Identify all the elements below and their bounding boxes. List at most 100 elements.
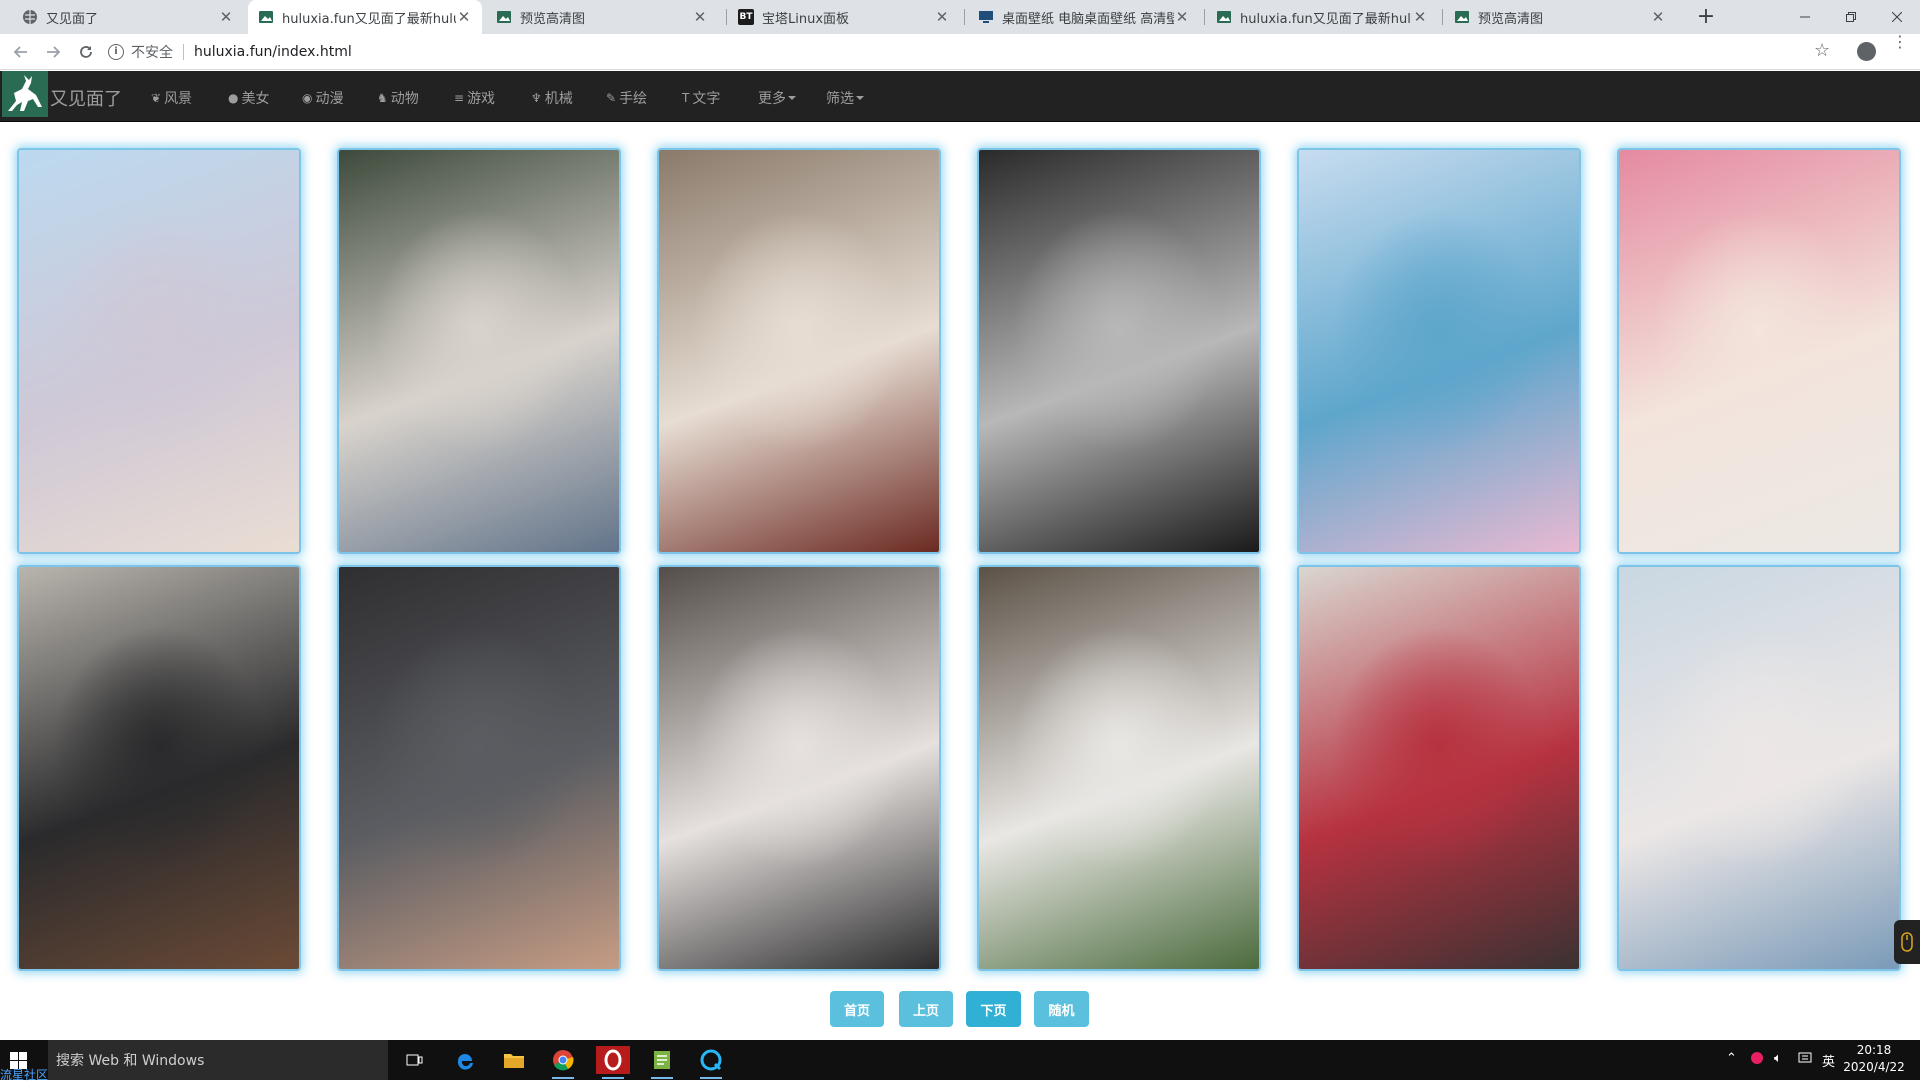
back-icon[interactable] (9, 40, 33, 64)
side-float-tab[interactable] (1894, 920, 1920, 964)
notification-icon[interactable] (1798, 1051, 1812, 1069)
nav-label: 美女 (241, 91, 270, 107)
file-explorer-icon[interactable] (497, 1046, 531, 1074)
restore-icon[interactable] (1828, 0, 1874, 34)
tab-3[interactable]: 预览高清图 ✕ (486, 0, 718, 34)
gallery-card[interactable] (657, 565, 941, 971)
gallery-card[interactable] (657, 148, 941, 554)
nav-label: 文字 (692, 91, 721, 107)
gallery-card[interactable] (1617, 148, 1901, 554)
tab-2[interactable]: huluxia.fun又见面了最新huluxia ✕ (248, 0, 482, 34)
forward-icon[interactable] (41, 40, 65, 64)
image-icon (258, 9, 274, 25)
address-bar[interactable]: i 不安全 huluxia.fun/index.html (108, 38, 1828, 66)
image-icon (1216, 9, 1232, 25)
tab-1[interactable]: 又见面了 ✕ (12, 0, 244, 34)
photo-black-white-portrait[interactable] (979, 150, 1259, 552)
nav-item-anime[interactable]: ◉ 动漫 (302, 88, 343, 108)
nav-item-text[interactable]: T 文字 (682, 88, 720, 108)
photo-knit-top-shorts[interactable] (1619, 567, 1899, 969)
caret-down-icon (856, 96, 864, 100)
image-icon (1454, 9, 1470, 25)
chrome-icon[interactable] (546, 1046, 580, 1079)
tab-5[interactable]: 桌面壁纸 电脑桌面壁纸 高清壁纸 ✕ (968, 0, 1200, 34)
edge-icon[interactable] (448, 1046, 482, 1074)
qq-icon[interactable] (694, 1046, 728, 1079)
account-avatar-icon[interactable] (1857, 42, 1876, 61)
nav-label: 动漫 (315, 91, 344, 107)
security-label: 不安全 (131, 45, 173, 61)
photo-pink-rose[interactable] (1619, 150, 1899, 552)
gallery-card[interactable] (337, 565, 621, 971)
volume-icon[interactable]: 🔈︎ (1774, 1051, 1782, 1066)
gallery-card[interactable] (17, 565, 301, 971)
nav-item-scenery[interactable]: ❦ 风景 (151, 88, 192, 108)
gallery-card[interactable] (977, 565, 1261, 971)
site-brand[interactable]: 又见面了 (50, 85, 122, 111)
opera-icon[interactable] (596, 1046, 630, 1079)
bookmark-star-icon[interactable]: ☆ (1814, 40, 1830, 61)
close-tab-icon[interactable]: ✕ (456, 8, 472, 26)
nav-dropdown-more[interactable]: 更多 (758, 88, 796, 108)
photo-sunglasses-denim[interactable] (339, 150, 619, 552)
menu-kebab-icon[interactable]: ⋮ (1892, 34, 1908, 50)
minimize-icon[interactable] (1782, 0, 1828, 34)
reload-icon[interactable] (74, 40, 98, 64)
clock-date: 2020/4/22 (1843, 1060, 1905, 1074)
close-tab-icon[interactable]: ✕ (218, 8, 234, 26)
prev-page-button[interactable]: 上页 (899, 991, 953, 1027)
nav-item-beauty[interactable]: ● 美女 (228, 88, 269, 108)
deer-logo-icon[interactable] (2, 71, 48, 117)
new-tab-button[interactable]: + (1694, 5, 1718, 29)
gallery-card[interactable] (977, 148, 1261, 554)
photo-lace-dress-chair[interactable] (659, 150, 939, 552)
close-tab-icon[interactable]: ✕ (1412, 8, 1428, 26)
system-clock[interactable]: 20:18 2020/4/22 (1838, 1042, 1910, 1076)
task-view-icon[interactable] (398, 1046, 432, 1074)
info-icon[interactable]: i (108, 44, 124, 60)
next-page-button[interactable]: 下页 (966, 991, 1021, 1027)
tray-expand-icon[interactable]: ⌃ (1726, 1051, 1737, 1066)
nav-item-mechanical[interactable]: ♆ 机械 (531, 88, 573, 108)
tab-title: 宝塔Linux面板 (762, 11, 850, 27)
gallery-card[interactable] (337, 148, 621, 554)
gallery-card[interactable] (1297, 148, 1581, 554)
site-navbar: 又见面了 ❦ 风景 ● 美女 ◉ 动漫 ♞ 动物 ≡ 游戏 ♆ 机械 ✎ 手绘 … (0, 71, 1920, 122)
mouse-icon (1901, 932, 1913, 952)
nav-label: 动物 (390, 91, 419, 107)
photo-beach-swimsuit[interactable] (19, 150, 299, 552)
url-text[interactable]: huluxia.fun/index.html (194, 44, 352, 60)
tab-6[interactable]: huluxia.fun又见面了最新huluxia ✕ (1206, 0, 1438, 34)
close-tab-icon[interactable]: ✕ (934, 8, 950, 26)
community-watermark: 流星社区 (0, 1068, 49, 1082)
gallery-card[interactable] (1617, 565, 1901, 971)
random-page-button[interactable]: 随机 (1034, 991, 1089, 1027)
nav-item-animals[interactable]: ♞ 动物 (377, 88, 419, 108)
photo-stadium-steps[interactable] (1299, 150, 1579, 552)
nav-item-handdrawn[interactable]: ✎ 手绘 (606, 88, 647, 108)
close-tab-icon[interactable]: ✕ (692, 8, 708, 26)
taskbar-search[interactable]: 搜索 Web 和 Windows (48, 1040, 388, 1080)
photo-black-dress-bench[interactable] (19, 567, 299, 969)
tray-app-icon[interactable] (1750, 1051, 1764, 1069)
nav-label: 筛选 (826, 91, 854, 107)
photo-bodysuit-boots[interactable] (659, 567, 939, 969)
photo-red-sweater-door[interactable] (1299, 567, 1579, 969)
notepad-icon[interactable] (645, 1046, 679, 1079)
nav-dropdown-filter[interactable]: 筛选 (826, 88, 864, 108)
first-page-button[interactable]: 首页 (830, 991, 884, 1027)
gallery-card[interactable] (1297, 565, 1581, 971)
close-tab-icon[interactable]: ✕ (1650, 8, 1666, 26)
browser-tab-strip: 又见面了 ✕ huluxia.fun又见面了最新huluxia ✕ 预览高清图 … (0, 0, 1920, 34)
tab-separator (1204, 9, 1205, 25)
photo-white-shirt-wall[interactable] (979, 567, 1259, 969)
tab-title: huluxia.fun又见面了最新huluxia (1240, 11, 1412, 27)
tab-4[interactable]: BT 宝塔Linux面板 ✕ (728, 0, 960, 34)
photo-grey-dress[interactable] (339, 567, 619, 969)
close-tab-icon[interactable]: ✕ (1174, 8, 1190, 26)
close-window-icon[interactable] (1874, 0, 1920, 34)
ime-indicator[interactable]: 英 (1822, 1051, 1835, 1070)
tab-7[interactable]: 预览高清图 ✕ (1444, 0, 1676, 34)
gallery-card[interactable] (17, 148, 301, 554)
nav-item-games[interactable]: ≡ 游戏 (454, 88, 495, 108)
